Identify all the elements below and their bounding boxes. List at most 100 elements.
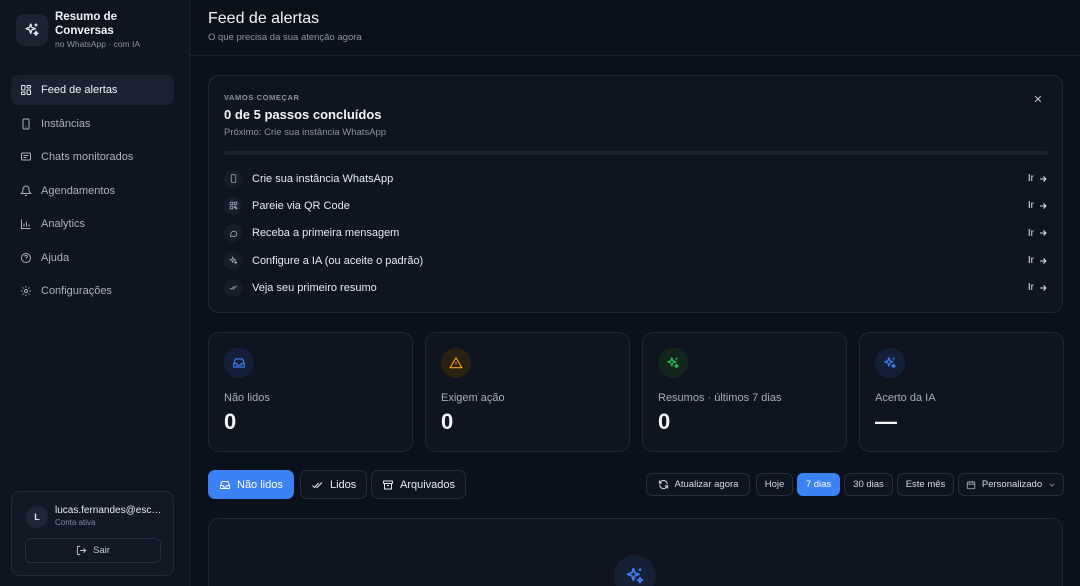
step-go-button[interactable]: Ir	[1028, 200, 1048, 211]
refresh-button[interactable]: Atualizar agora	[646, 473, 750, 496]
double-check-icon	[312, 481, 323, 488]
sidebar-item-instancias[interactable]: Instâncias	[11, 109, 174, 139]
range-label: Este mês	[905, 479, 946, 490]
tab-label: Lidos	[330, 478, 357, 491]
chevron-down-icon	[1049, 483, 1055, 487]
arrow-right-icon	[1040, 203, 1047, 209]
double-check-icon	[224, 278, 242, 297]
range-label: 30 dias	[853, 479, 884, 490]
step-label: Crie sua instância WhatsApp	[252, 172, 394, 185]
onboarding-next-step: Próximo: Crie sua instância WhatsApp	[224, 127, 387, 138]
stat-card-exigem-acao[interactable]: Exigem ação 0	[425, 332, 630, 452]
arrow-right-icon	[1040, 230, 1047, 237]
user-email: lucas.fernandes@escritorio.com	[55, 505, 163, 516]
range-personalizado-select[interactable]: Personalizado	[958, 473, 1064, 496]
calendar-icon	[966, 480, 976, 489]
inbox-icon	[220, 480, 230, 489]
step-go-label: Ir	[1027, 227, 1034, 239]
chat-icon	[21, 152, 31, 161]
qr-icon	[224, 196, 242, 215]
sidebar-item-agendamentos[interactable]: Agendamentos	[11, 176, 174, 206]
step-go-label: Ir	[1027, 282, 1034, 294]
chat-icon	[224, 224, 242, 243]
logout-icon	[76, 545, 87, 556]
avatar[interactable]: L	[26, 506, 48, 528]
feed-empty-state	[208, 518, 1063, 586]
step-go-button[interactable]: Ir	[1028, 282, 1048, 293]
tab-nao-lidos[interactable]: Não lidos	[208, 470, 294, 499]
sidebar-item-label: Feed de alertas	[41, 84, 118, 96]
onboarding-step-mensagem[interactable]: Receba a primeira mensagem Ir	[224, 220, 1048, 247]
sidebar-item-chats-monitorados[interactable]: Chats monitorados	[11, 142, 174, 172]
sidebar: Resumo de Conversas no WhatsApp · com IA…	[0, 0, 190, 586]
onboarding-card: VAMOS COMEÇAR 0 de 5 passos concluídos P…	[208, 75, 1063, 313]
stat-value: 0	[441, 409, 454, 434]
help-icon	[21, 252, 31, 263]
onboarding-step-instancia[interactable]: Crie sua instância WhatsApp Ir	[224, 165, 1048, 192]
step-go-label: Ir	[1027, 173, 1034, 185]
gear-icon	[21, 286, 31, 296]
grid-icon	[21, 85, 31, 95]
step-go-button[interactable]: Ir	[1028, 255, 1048, 266]
step-go-label: Ir	[1027, 200, 1034, 212]
range-label: Hoje	[764, 479, 785, 490]
onboarding-steps: Crie sua instância WhatsApp Ir Pareie vi…	[224, 165, 1048, 301]
stat-value: 0	[658, 409, 671, 434]
step-go-label: Ir	[1027, 255, 1034, 267]
archive-icon	[383, 480, 393, 489]
tab-lidos[interactable]: Lidos	[300, 470, 368, 499]
refresh-icon	[658, 479, 668, 490]
sidebar-item-label: Agendamentos	[41, 184, 115, 197]
inbox-icon	[224, 348, 254, 378]
stat-value: —	[875, 409, 897, 434]
page-title: Feed de alertas	[208, 10, 320, 27]
bar-chart-icon	[21, 219, 31, 229]
brand-title: Resumo de Conversas	[55, 11, 117, 37]
onboarding-kicker: VAMOS COMEÇAR	[224, 93, 300, 102]
tab-label: Arquivados	[400, 478, 456, 491]
step-label: Veja seu primeiro resumo	[252, 281, 377, 294]
onboarding-step-resumo[interactable]: Veja seu primeiro resumo Ir	[224, 274, 1048, 301]
sparkle-icon	[658, 348, 688, 378]
stat-card-nao-lidos[interactable]: Não lidos 0	[208, 332, 413, 452]
tab-label: Não lidos	[237, 478, 283, 491]
sidebar-item-label: Analytics	[41, 218, 86, 230]
tab-arquivados[interactable]: Arquivados	[371, 470, 467, 499]
user-card: L lucas.fernandes@escritorio.com Conta a…	[11, 491, 174, 576]
logout-button[interactable]: Sair	[25, 538, 161, 563]
sidebar-item-label: Instâncias	[41, 117, 91, 130]
onboarding-step-qr[interactable]: Pareie via QR Code Ir	[224, 192, 1048, 219]
stat-label: Exigem ação	[441, 392, 505, 404]
sidebar-item-feed-de-alertas[interactable]: Feed de alertas	[11, 75, 174, 105]
onboarding-step-ia[interactable]: Configure a IA (ou aceite o padrão) Ir	[224, 247, 1048, 274]
sparkle-icon	[16, 14, 48, 46]
range-7-dias[interactable]: 7 dias	[797, 473, 840, 496]
brand-subtitle: no WhatsApp · com IA	[55, 39, 141, 49]
sidebar-item-ajuda[interactable]: Ajuda	[11, 243, 174, 273]
step-go-button[interactable]: Ir	[1028, 228, 1048, 239]
stat-card-resumos[interactable]: Resumos · últimos 7 dias 0	[642, 332, 847, 452]
sidebar-item-analytics[interactable]: Analytics	[11, 209, 174, 239]
sidebar-nav: Feed de alertas Instâncias Chats monitor…	[11, 75, 174, 310]
logout-label: Sair	[93, 545, 110, 556]
user-status: Conta ativa	[55, 518, 96, 527]
sparkle-icon	[875, 348, 905, 378]
brand[interactable]: Resumo de Conversas no WhatsApp · com IA	[16, 11, 145, 49]
range-label: Personalizado	[981, 479, 1043, 490]
range-este-mes[interactable]: Este mês	[897, 473, 954, 496]
sidebar-item-label: Chats monitorados	[41, 151, 134, 163]
arrow-right-icon	[1040, 284, 1047, 291]
sparkle-icon	[614, 555, 656, 586]
sidebar-item-configuracoes[interactable]: Configurações	[11, 276, 174, 306]
range-30-dias[interactable]: 30 dias	[844, 473, 893, 496]
step-go-button[interactable]: Ir	[1028, 173, 1048, 184]
range-hoje[interactable]: Hoje	[756, 473, 793, 496]
step-label: Receba a primeira mensagem	[252, 227, 400, 240]
stat-value: 0	[224, 409, 237, 434]
warning-icon	[441, 348, 471, 378]
close-icon[interactable]	[1030, 91, 1046, 107]
step-label: Configure a IA (ou aceite o padrão)	[252, 254, 424, 267]
sidebar-item-label: Ajuda	[41, 251, 70, 264]
sparkle-icon	[224, 251, 242, 270]
stat-card-acerto-ia[interactable]: Acerto da IA —	[859, 332, 1064, 452]
